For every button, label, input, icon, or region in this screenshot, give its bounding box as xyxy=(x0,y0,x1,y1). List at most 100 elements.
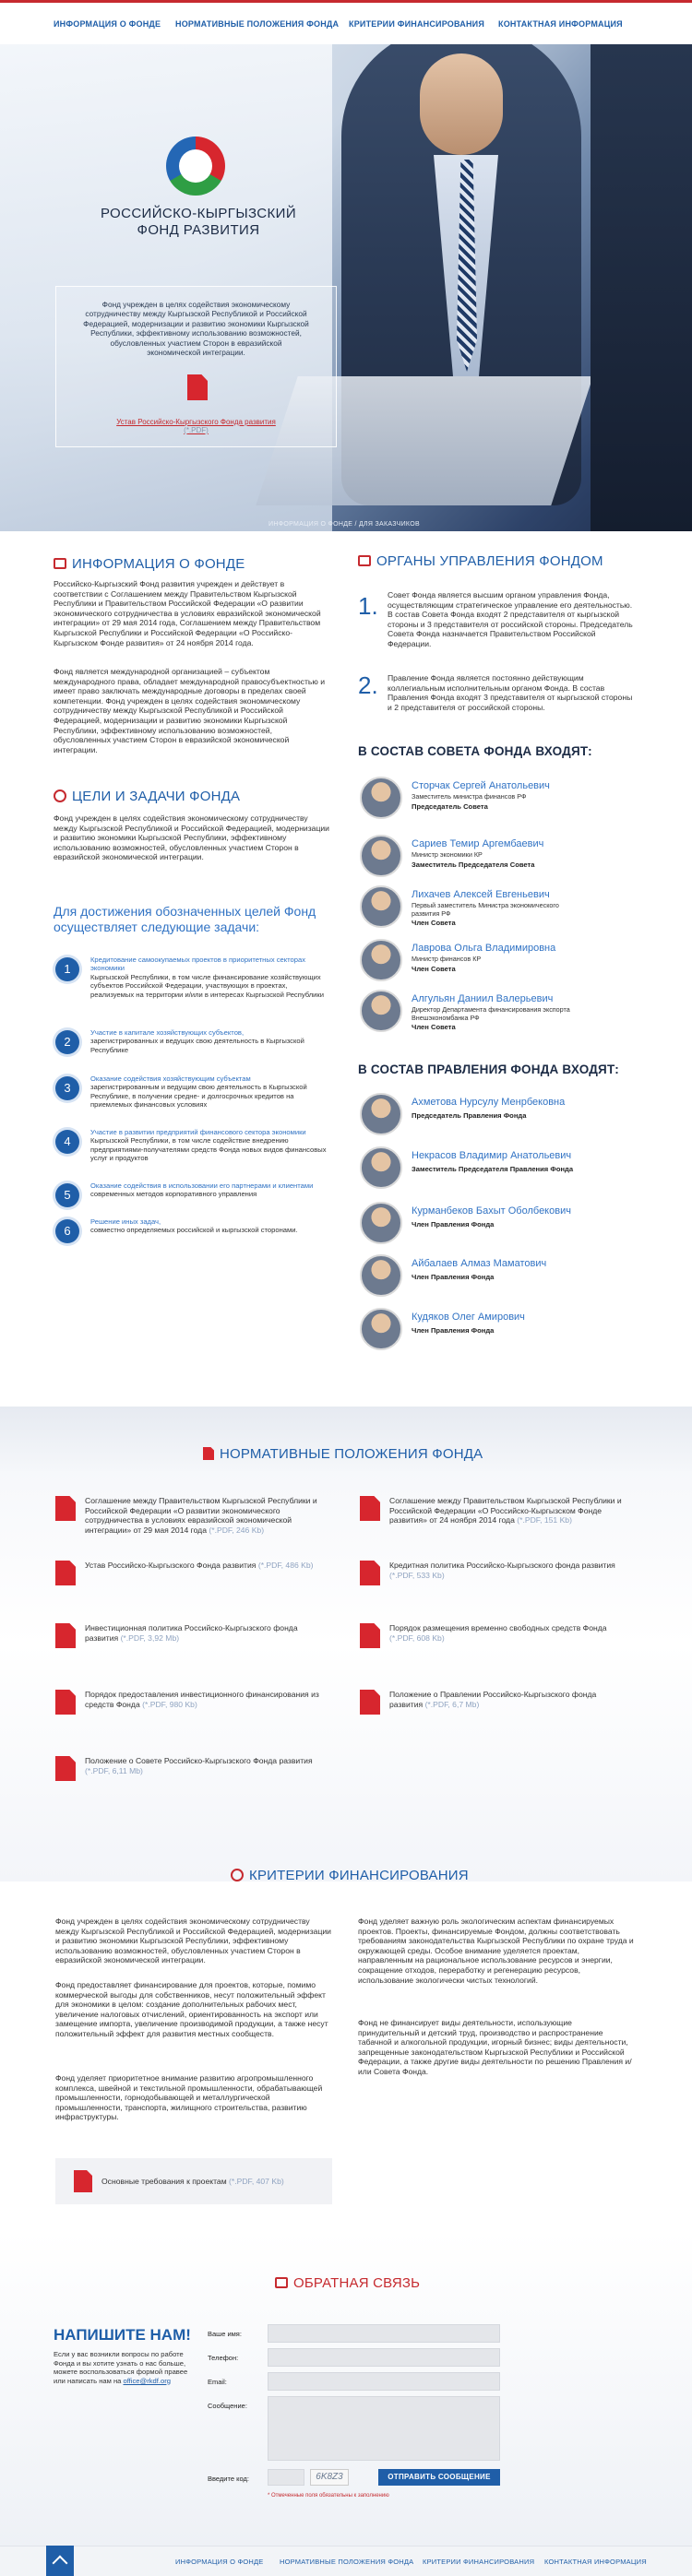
member-name[interactable]: Лаврова Ольга Владимировна xyxy=(412,943,555,954)
hero-charter-link[interactable]: Устав Российско-Кыргызского Фонда развит… xyxy=(92,418,300,434)
footer-link-criteria[interactable]: КРИТЕРИИ ФИНАНСИРОВАНИЯ xyxy=(423,2558,534,2566)
hero-photo-colleague xyxy=(591,44,692,531)
criteria-left-2: Фонд предоставляет финансирование для пр… xyxy=(55,1980,328,2038)
hero-banner: РОССИЙСКО-КЫРГЫЗСКИЙ ФОНД РАЗВИТИЯ Фонд … xyxy=(0,44,692,531)
avatar xyxy=(360,1254,402,1297)
board-heading: В СОСТАВ ПРАВЛЕНИЯ ФОНДА ВХОДЯТ: xyxy=(358,1062,619,1076)
governance-heading-text: ОРГАНЫ УПРАВЛЕНИЯ ФОНДОМ xyxy=(376,553,603,569)
regulations-section xyxy=(0,1407,692,1882)
doc-title: Инвестиционная политика Российско-Кыргыз… xyxy=(85,1623,327,1643)
pdf-icon xyxy=(360,1690,380,1715)
info-heading: ИНФОРМАЦИЯ О ФОНДЕ xyxy=(54,556,245,572)
member-name[interactable]: Курманбеков Бахыт Оболбекович xyxy=(412,1205,571,1217)
name-input[interactable] xyxy=(268,2324,500,2343)
doc-title-text: Порядок размещения временно свободных ср… xyxy=(389,1623,607,1632)
doc-title: Порядок размещения временно свободных ср… xyxy=(389,1623,631,1643)
doc-size: (*.PDF, 486 Kb) xyxy=(257,1561,314,1570)
goals-heading-text: ЦЕЛИ И ЗАДАЧИ ФОНДА xyxy=(72,789,241,804)
briefcase-icon xyxy=(54,558,66,569)
doc-size: (*.PDF, 533 Kb) xyxy=(389,1570,445,1580)
member-position: Министр финансов КР xyxy=(412,955,482,963)
phone-input[interactable] xyxy=(268,2348,500,2367)
task-number-badge: 3 xyxy=(55,1076,79,1100)
doc-title-text: Порядок предоставления инвестиционного ф… xyxy=(85,1690,319,1709)
task-lead: Оказание содействия хозяйствующим субъек… xyxy=(90,1074,251,1083)
footer-link-contacts[interactable]: КОНТАКТНАЯ ИНФОРМАЦИЯ xyxy=(544,2558,647,2566)
member-name[interactable]: Сторчак Сергей Анатольевич xyxy=(412,780,550,791)
doc-size: (*.PDF, 6,11 Mb) xyxy=(85,1765,143,1775)
scroll-to-top-button[interactable] xyxy=(46,2546,74,2576)
council-heading: В СОСТАВ СОВЕТА ФОНДА ВХОДЯТ: xyxy=(358,744,592,758)
governance-text-2: Правление Фонда является постоянно дейст… xyxy=(388,673,633,712)
member-role: Член Правления Фонда xyxy=(412,1220,495,1229)
nav-link-criteria[interactable]: КРИТЕРИИ ФИНАНСИРОВАНИЯ xyxy=(349,19,484,29)
nav-link-contacts[interactable]: КОНТАКТНАЯ ИНФОРМАЦИЯ xyxy=(498,19,623,29)
member-position: Заместитель министра финансов РФ xyxy=(412,792,527,801)
hero-description: Фонд учрежден в целях содействия экономи… xyxy=(83,300,309,358)
criteria-right-1: Фонд уделяет важную роль экологическим а… xyxy=(358,1917,634,1985)
member-role: Член Правления Фонда xyxy=(412,1273,495,1281)
doc-title: Порядок предоставления инвестиционного ф… xyxy=(85,1690,327,1709)
criteria-left-1: Фонд учрежден в целях содействия экономи… xyxy=(55,1917,331,1965)
criteria-heading-text: КРИТЕРИИ ФИНАНСИРОВАНИЯ xyxy=(249,1868,469,1883)
member-role: Член Совета xyxy=(412,919,456,927)
code-label: Введите код: xyxy=(208,2475,249,2483)
org-chart-icon xyxy=(358,555,371,566)
avatar xyxy=(360,1093,402,1135)
nav-link-regulations[interactable]: НОРМАТИВНЫЕ ПОЛОЖЕНИЯ ФОНДА xyxy=(175,19,339,29)
member-role: Член Совета xyxy=(412,1023,456,1031)
doc-title: Кредитная политика Российско-Кыргызского… xyxy=(389,1561,631,1580)
pdf-icon xyxy=(55,1496,76,1521)
doc-title-text: Кредитная политика Российско-Кыргызского… xyxy=(389,1561,615,1570)
member-role: Председатель Совета xyxy=(412,802,488,811)
doc-title: Соглашение между Правительством Кыргызск… xyxy=(85,1496,327,1535)
member-name[interactable]: Лихачев Алексей Евгеньевич xyxy=(412,889,550,900)
doc-title-text: Положение о Правлении Российско-Кыргызск… xyxy=(389,1690,597,1709)
governance-num-1: 1. xyxy=(358,592,378,620)
hero-title-line2: ФОНД РАЗВИТИЯ xyxy=(137,222,260,238)
pdf-icon xyxy=(55,1561,76,1585)
task-lead: Участие в развитии предприятий финансово… xyxy=(90,1128,306,1136)
footer-link-info[interactable]: ИНФОРМАЦИЯ О ФОНДЕ xyxy=(175,2558,264,2566)
member-name[interactable]: Алгульян Даниил Валерьевич xyxy=(412,993,553,1004)
task-lead: Кредитование самоокупаемых проектов в пр… xyxy=(90,956,306,973)
email-label: Email: xyxy=(208,2378,227,2386)
hero-title: РОССИЙСКО-КЫРГЫЗСКИЙ ФОНД РАЗВИТИЯ xyxy=(83,206,314,239)
member-role: Член Правления Фонда xyxy=(412,1326,495,1335)
pdf-icon xyxy=(55,1623,76,1648)
task-number-badge: 1 xyxy=(55,957,79,981)
criteria-pdf-size: (*.PDF, 407 Kb) xyxy=(229,2177,284,2186)
doc-size: (*.PDF, 246 Kb) xyxy=(209,1525,265,1535)
feedback-heading-text: ОБРАТНАЯ СВЯЗЬ xyxy=(293,2275,421,2291)
name-label: Ваше имя: xyxy=(208,2330,242,2338)
submit-button[interactable]: ОТПРАВИТЬ СООБЩЕНИЕ xyxy=(378,2469,500,2486)
regulations-heading: НОРМАТИВНЫЕ ПОЛОЖЕНИЯ ФОНДА xyxy=(203,1446,483,1462)
member-name[interactable]: Айбалаев Алмаз Маматович xyxy=(412,1258,546,1269)
member-role: Член Совета xyxy=(412,965,456,973)
member-name[interactable]: Ахметова Нурсулу Менрбековна xyxy=(412,1097,565,1108)
goals-paragraph: Фонд учрежден в целях содействия экономи… xyxy=(54,813,329,862)
criteria-pdf-title: Основные требования к проектам xyxy=(101,2177,227,2186)
member-role: Председатель Правления Фонда xyxy=(412,1111,527,1120)
criteria-pdf-link[interactable]: Основные требования к проектам (*.PDF, 4… xyxy=(55,2158,332,2204)
member-name[interactable]: Некрасов Владимир Анатольевич xyxy=(412,1150,571,1161)
pdf-icon xyxy=(187,374,208,402)
doc-title: Положение о Правлении Российско-Кыргызск… xyxy=(389,1690,631,1709)
task-text: зарегистрированных и ведущих свою деятел… xyxy=(90,1037,304,1054)
pdf-icon xyxy=(360,1623,380,1648)
avatar xyxy=(360,1202,402,1244)
task-number-badge: 5 xyxy=(55,1183,79,1207)
pdf-icon xyxy=(55,1756,76,1781)
member-name[interactable]: Кудяков Олег Амирович xyxy=(412,1312,525,1323)
email-input[interactable] xyxy=(268,2372,500,2391)
pdf-icon xyxy=(203,1447,214,1460)
footer-link-regulations[interactable]: НОРМАТИВНЫЕ ПОЛОЖЕНИЯ ФОНДА xyxy=(280,2558,413,2566)
member-role: Заместитель Председателя Совета xyxy=(412,861,535,869)
message-label: Сообщение: xyxy=(208,2402,247,2410)
captcha-input[interactable] xyxy=(268,2469,304,2486)
message-textarea[interactable] xyxy=(268,2396,500,2461)
feedback-email-link[interactable]: office@rkdf.org xyxy=(123,2377,170,2385)
avatar xyxy=(360,1308,402,1350)
member-name[interactable]: Сариев Темир Аргембаевич xyxy=(412,838,543,849)
nav-link-info[interactable]: ИНФОРМАЦИЯ О ФОНДЕ xyxy=(54,19,161,29)
